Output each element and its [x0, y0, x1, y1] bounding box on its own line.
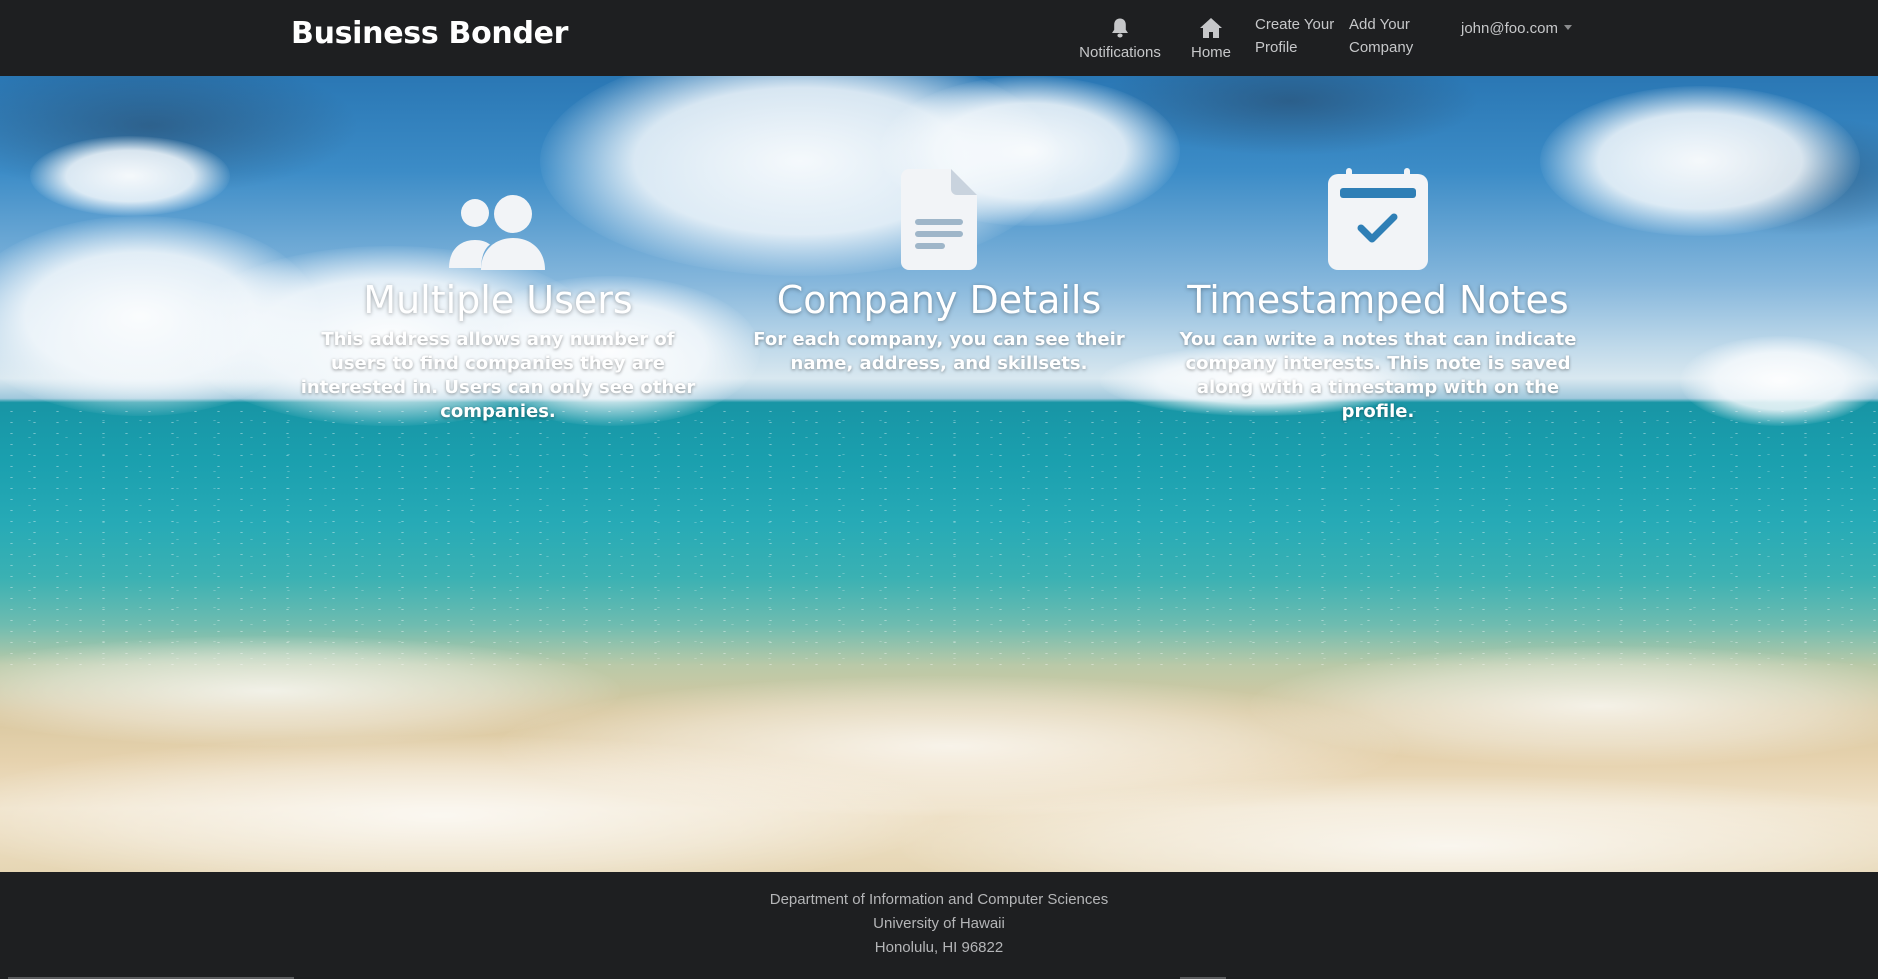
- users-icon: [288, 166, 708, 270]
- feature-title: Company Details: [776, 278, 1102, 322]
- feature-title: Multiple Users: [363, 278, 633, 322]
- brand-logo-link[interactable]: Business Bonder: [291, 16, 568, 51]
- user-dropdown[interactable]: john@foo.com: [1461, 17, 1591, 40]
- nav-create-profile-line2: Profile: [1255, 39, 1298, 56]
- feature-company-details: Company Details For each company, you ca…: [729, 166, 1149, 376]
- footer-university: University of Hawaii: [873, 915, 1005, 932]
- user-email: john@foo.com: [1461, 20, 1558, 37]
- nav-home[interactable]: Home: [1186, 17, 1236, 64]
- nav-create-profile-line1: Create Your: [1255, 16, 1335, 33]
- home-icon: [1186, 17, 1236, 41]
- nav-add-company-line1: Add Your: [1349, 16, 1410, 33]
- hero-background: Multiple Users This address allows any n…: [0, 76, 1878, 872]
- nav-add-company[interactable]: Add Your Company: [1349, 13, 1429, 59]
- footer: Department of Information and Computer S…: [0, 872, 1878, 979]
- feature-title: Timestamped Notes: [1187, 278, 1569, 322]
- bell-icon: [1072, 17, 1168, 41]
- document-icon: [729, 166, 1149, 270]
- nav-add-company-line2: Company: [1349, 39, 1414, 56]
- feature-description: For each company, you can see their name…: [753, 329, 1125, 374]
- calendar-check-icon: [1168, 166, 1588, 270]
- caret-down-icon: [1563, 25, 1572, 30]
- feature-description: You can write a notes that can indicate …: [1179, 329, 1577, 422]
- feature-description: This address allows any number of users …: [300, 329, 696, 422]
- footer-address: Honolulu, HI 96822: [874, 939, 1004, 956]
- nav-create-profile[interactable]: Create Your Profile: [1255, 13, 1337, 59]
- feature-timestamped-notes: Timestamped Notes You can write a notes …: [1168, 166, 1588, 424]
- navbar: Business Bonder Notifications Home Creat…: [0, 0, 1878, 76]
- feature-multiple-users: Multiple Users This address allows any n…: [288, 166, 708, 424]
- nav-home-label: Home: [1190, 44, 1231, 61]
- footer-department: Department of Information and Computer S…: [769, 891, 1109, 908]
- nav-notifications[interactable]: Notifications: [1072, 17, 1168, 64]
- nav-notifications-label: Notifications: [1079, 44, 1161, 61]
